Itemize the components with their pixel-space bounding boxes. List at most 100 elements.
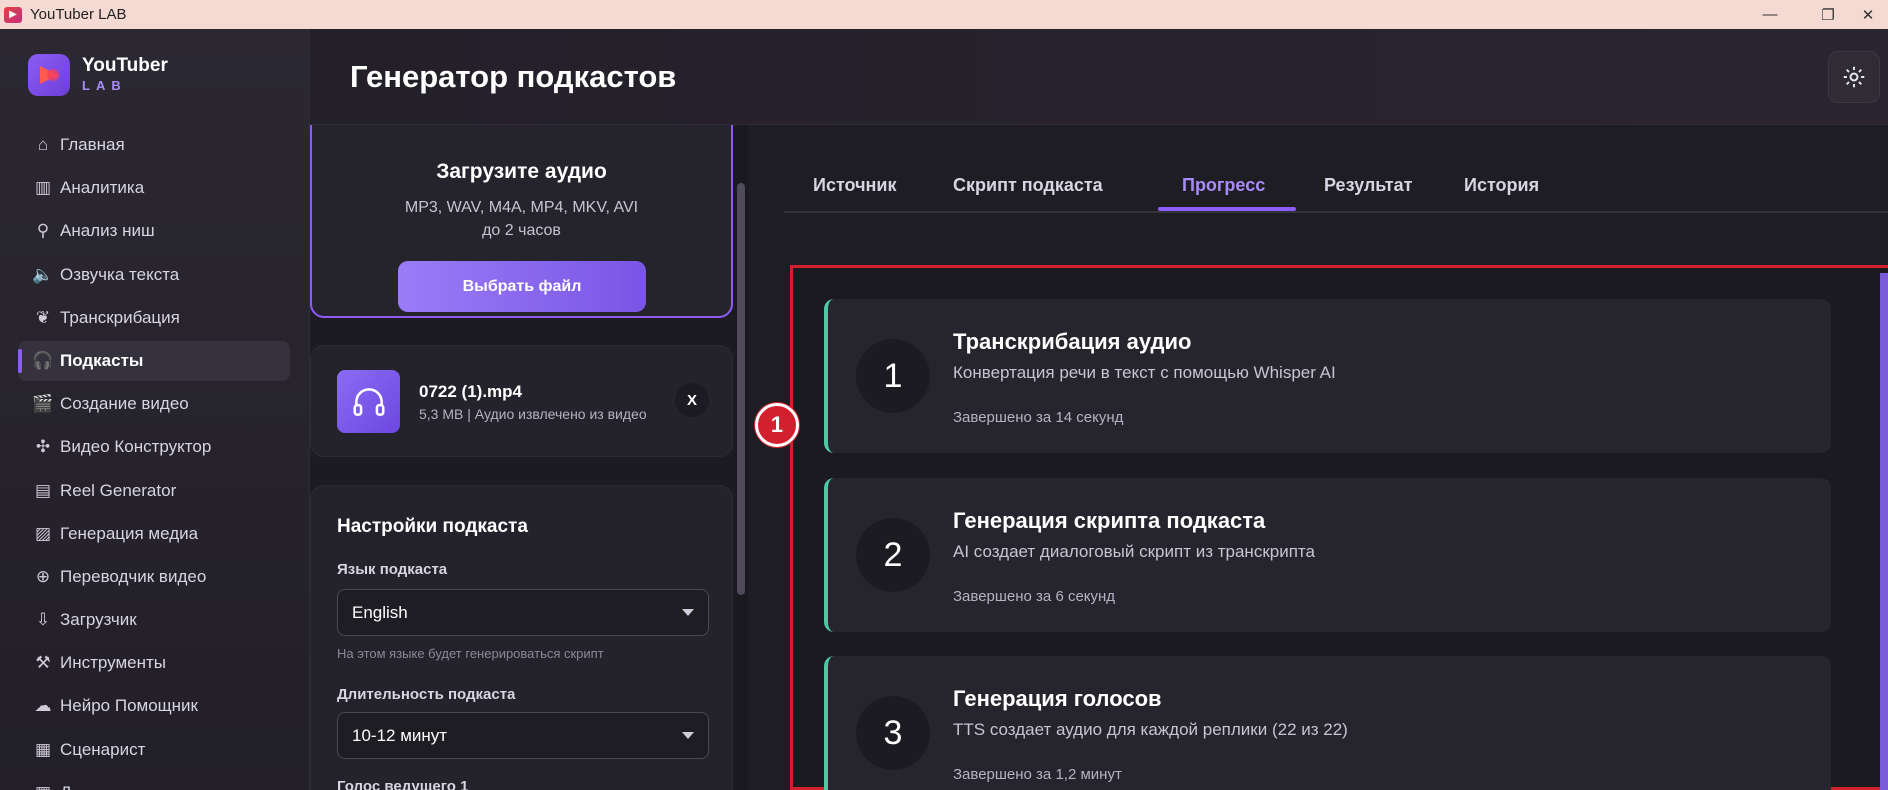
upload-title: Загрузите аудио (436, 160, 607, 183)
language-value: English (352, 602, 408, 622)
headphones-icon (337, 370, 400, 433)
chevron-down-icon (682, 732, 694, 739)
sidebar-item-4[interactable]: ❦ Транскрибация (18, 298, 290, 338)
minimize-button[interactable]: — (1742, 0, 1798, 29)
tab-progress[interactable]: Прогресс (1182, 175, 1265, 211)
film-icon: ▤ (34, 480, 52, 500)
settings-button[interactable] (1828, 51, 1880, 103)
page-header: Генератор подкастов (310, 29, 1888, 125)
sidebar-item-label: Транскрибация (60, 307, 180, 327)
sidebar-item-6[interactable]: 🎬 Создание видео (18, 384, 290, 424)
tab-result[interactable]: Результат (1324, 175, 1412, 211)
gear-icon (1843, 66, 1865, 88)
sidebar-item-label: Анализ ниш (60, 221, 155, 241)
headphones-icon: 🎧 (32, 350, 54, 370)
step-description: Конвертация речи в текст с помощью Whisp… (953, 363, 1336, 382)
sidebar-item-11[interactable]: ⇩ Загрузчик (18, 600, 290, 640)
page-title: Генератор подкастов (350, 59, 677, 94)
sidebar-item-3[interactable]: 🔈 Озвучка текста (18, 255, 290, 295)
sidebar-item-13[interactable]: ☁ Нейро Помощник (18, 686, 290, 726)
language-hint: На этом языке будет генерироваться скрип… (337, 646, 604, 661)
window-titlebar: ▶ YouTuber LAB — ❐ ✕ (0, 0, 1888, 29)
sidebar-item-14[interactable]: ▦ Сценарист (18, 730, 290, 770)
more-icon: ▦ (32, 782, 54, 790)
sidebar-item-7[interactable]: ✣ Видео Конструктор (18, 427, 290, 467)
sidebar-item-15[interactable]: ▦ Д... (18, 773, 290, 790)
duration-label: Длительность подкаста (337, 686, 516, 703)
duration-select[interactable]: 10-12 минут (337, 712, 709, 759)
step-status: Завершено за 6 секунд (953, 588, 1116, 605)
step-status: Завершено за 1,2 минут (953, 766, 1122, 783)
search-icon: ⚲ (36, 221, 50, 241)
chevron-down-icon (682, 609, 694, 616)
sidebar-item-9[interactable]: ▨ Генерация медиа (18, 514, 290, 554)
sidebar-item-label: Озвучка текста (60, 264, 180, 284)
download-icon: ⇩ (35, 610, 51, 630)
step-title: Генерация скрипта подкаста (953, 508, 1266, 533)
globe-icon: ⊕ (35, 566, 51, 586)
sidebar-item-10[interactable]: ⊕ Переводчик видео (18, 557, 290, 597)
sidebar-item-label: Генерация медиа (60, 523, 199, 543)
file-name: 0722 (1).mp4 (419, 382, 522, 401)
brand-sub: LAB (82, 78, 127, 93)
progress-step: 1 Транскрибация аудио Конвертация речи в т… (824, 299, 1831, 453)
tab-bar: Источник Скрипт подкаста Прогресс Резуль… (784, 165, 1888, 213)
brand-name: YouTuber (82, 55, 168, 76)
puzzle-icon: ✣ (35, 437, 51, 457)
step-number: 2 (856, 518, 930, 592)
step-description: AI создает диалоговый скрипт из транскри… (953, 542, 1315, 561)
podcast-settings-card: Настройки подкаста Язык подкаста English… (310, 485, 733, 790)
step-title: Транскрибация аудио (953, 329, 1192, 354)
document-icon: ▦ (34, 739, 52, 759)
upload-dropzone[interactable]: Загрузите аудио MP3, WAV, M4A, MP4, MKV,… (310, 125, 733, 318)
sidebar-item-1[interactable]: ▥ Аналитика (18, 168, 290, 208)
clapperboard-icon: 🎬 (32, 394, 54, 414)
app-logo-icon: ▶ (4, 6, 22, 23)
sidebar-item-label: Создание видео (60, 394, 189, 414)
tab-script[interactable]: Скрипт подкаста (953, 175, 1103, 211)
sidebar-item-label: Д... (60, 783, 86, 790)
brand[interactable]: YouTuber LAB (28, 54, 168, 96)
remove-file-button[interactable]: X (675, 383, 709, 417)
annotation-marker: 1 (755, 403, 799, 447)
speaker-icon: 🔈 (32, 264, 54, 284)
step-number: 3 (856, 696, 930, 770)
close-window-button[interactable]: ✕ (1840, 0, 1888, 29)
sidebar-nav: ⌂ Главная ▥ Аналитика ⚲ Анализ ниш 🔈 Озвучка те… (18, 125, 290, 790)
brand-logo-icon (28, 54, 70, 96)
sidebar-item-12[interactable]: ⚒ Инструменты (18, 643, 290, 683)
brain-icon: ☁ (34, 696, 52, 716)
step-description: TTS создает аудио для каждой реплики (22… (953, 720, 1348, 739)
window-title: YouTuber LAB (30, 6, 127, 23)
duration-value: 10-12 минут (352, 725, 448, 745)
sidebar-item-label: Переводчик видео (60, 566, 207, 586)
podcast-settings-title: Настройки подкаста (337, 516, 528, 537)
steps-scrollbar[interactable] (1880, 273, 1888, 790)
sidebar-item-0[interactable]: ⌂ Главная (18, 125, 290, 165)
sidebar-item-label: Аналитика (60, 178, 145, 198)
step-number: 1 (856, 339, 930, 413)
sidebar: YouTuber LAB ⌂ Главная ▥ Аналитика ⚲ Анализ н… (0, 29, 310, 790)
source-panel: Загрузите аудио MP3, WAV, M4A, MP4, MKV,… (310, 125, 748, 790)
upload-formats: MP3, WAV, M4A, MP4, MKV, AVI (404, 199, 639, 216)
source-panel-scroll-thumb[interactable] (737, 183, 745, 595)
active-tab-indicator (1158, 207, 1296, 211)
wrench-icon: ⚒ (35, 653, 51, 673)
tab-source[interactable]: Источник (813, 175, 896, 211)
choose-file-button[interactable]: Выбрать файл (398, 261, 646, 312)
upload-limit: до 2 часов (482, 222, 561, 239)
main-content: Источник Скрипт подкаста Прогресс Резуль… (748, 125, 1888, 790)
tab-history[interactable]: История (1464, 175, 1539, 211)
step-title: Генерация голосов (953, 686, 1162, 711)
sidebar-item-label: Подкасты (60, 350, 144, 370)
sidebar-item-5[interactable]: 🎧 Подкасты (18, 340, 290, 381)
language-select[interactable]: English (337, 589, 709, 636)
progress-step: 2 Генерация скрипта подкаста AI создает ди… (824, 478, 1831, 632)
sidebar-item-label: Видео Конструктор (60, 437, 212, 457)
sidebar-item-label: Инструменты (60, 653, 167, 673)
home-icon: ⌂ (37, 135, 49, 154)
sidebar-item-2[interactable]: ⚲ Анализ ниш (18, 211, 290, 251)
bar-chart-icon: ▥ (34, 178, 52, 198)
sidebar-item-label: Главная (60, 135, 125, 154)
sidebar-item-8[interactable]: ▤ Reel Generator (18, 471, 290, 511)
